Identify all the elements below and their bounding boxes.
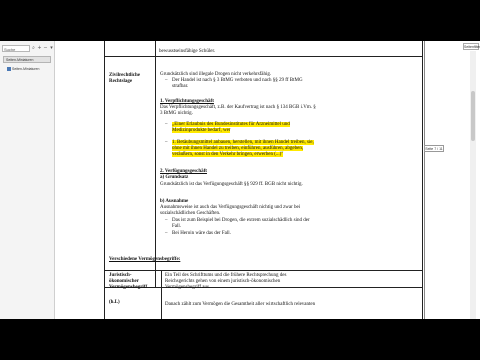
sidebar-item-thumbnails[interactable]: Seiten-Miniaturen bbox=[7, 66, 51, 71]
filter-badge[interactable]: Seitenfilter bbox=[463, 43, 480, 50]
concept-text-line: Ein Teil des Schrifttums und die frühere… bbox=[165, 273, 287, 278]
para-line: Das Verpflichtungsgeschäft, z.B. der Kau… bbox=[160, 105, 316, 110]
exception-bullet-line: Bei Heroin wäre das der Fall. bbox=[172, 231, 231, 236]
exception-bullet-line: Das ist zum Beispiel bei Drogen, die ext… bbox=[172, 218, 310, 223]
highlighted-quote-line: ohne mit ihnen Handel zu treiben, einfüh… bbox=[172, 146, 304, 152]
intro-bullet-line: strafbar. bbox=[172, 84, 189, 89]
heading-verpflichtungsgeschaeft: 1. Verpflichtungsgeschäft bbox=[160, 99, 214, 104]
exception-bullet-line: Fall. bbox=[172, 224, 182, 229]
section-heading-vermoegensbegriffe: Verschiedene Vermögensbegriffe: bbox=[109, 257, 181, 262]
pdf-viewer-window: Suche ⌕ + − ▾ Seiten-Miniaturen Seiten-M… bbox=[0, 41, 480, 319]
table-cell-left bbox=[104, 56, 156, 288]
bullet-dash: – bbox=[165, 122, 168, 127]
highlighted-quote-line: Medizinprodukte bedarf, wer bbox=[172, 128, 231, 134]
sidebar-search-input[interactable]: Suche bbox=[2, 45, 30, 52]
para-line: Ausnahmsweise ist auch das Verfügungsges… bbox=[160, 205, 301, 210]
letterbox-bottom bbox=[0, 319, 480, 360]
para-line: sozialschädlichen Geschäften. bbox=[160, 211, 221, 216]
sidebar-toolbar: Suche ⌕ + − ▾ bbox=[2, 44, 54, 53]
sidebar-tab[interactable]: Seiten-Miniaturen bbox=[3, 56, 51, 63]
bullet-dash: – bbox=[165, 78, 168, 83]
sidebar-item-label: Seiten-Miniaturen bbox=[12, 66, 40, 71]
concept-note: (h.L) bbox=[109, 300, 120, 305]
intro-bullet-line: Der Handel ist nach § 3 BtMG verboten un… bbox=[172, 78, 303, 83]
sub-heading: a) Grundsatz bbox=[160, 175, 189, 180]
concept-text-line: Vermögensbegriff aus. bbox=[165, 285, 211, 290]
expand-icon[interactable]: + bbox=[37, 45, 42, 52]
concept-title-line: Vermögensbegriff bbox=[109, 285, 148, 290]
concept-title-line: ökonomischer bbox=[109, 279, 139, 284]
bullet-dash: – bbox=[165, 140, 168, 145]
highlighted-quote-line: 1. Betäubungsmittel anbauen, herstellen,… bbox=[172, 140, 314, 146]
vertical-scrollbar[interactable] bbox=[470, 51, 476, 319]
section-title-line: Zivilrechtliche bbox=[109, 73, 141, 78]
concept-title-line: Juristisch- bbox=[109, 273, 132, 278]
intro-text: Grundsätzlich sind illegale Drogen nicht… bbox=[160, 72, 272, 77]
table-cell bbox=[104, 41, 156, 57]
bookmark-icon bbox=[7, 66, 11, 71]
top-line: bewusstseinsfähige Schüler. bbox=[159, 49, 216, 54]
concept-text-line: Danach zählt zum Vermögen die Gesamtheit… bbox=[165, 302, 316, 307]
scrollbar-thumb[interactable] bbox=[471, 91, 475, 141]
collapse-icon[interactable]: − bbox=[43, 45, 48, 52]
highlighted-quote-line: veräußern, sonst in den Verkehr bringen,… bbox=[172, 152, 284, 158]
document-page: bewusstseinsfähige Schüler. Zivilrechtli… bbox=[104, 41, 425, 319]
para-line: Grundsätzlich ist das Verfügungsgeschäft… bbox=[160, 182, 303, 187]
bullet-dash: – bbox=[165, 231, 168, 236]
search-icon[interactable]: ⌕ bbox=[31, 45, 36, 52]
concept-text-line: Reichsgerichts gehen von einem juristisc… bbox=[165, 279, 281, 284]
bullet-dash: – bbox=[165, 218, 168, 223]
document-scroll-area[interactable]: bewusstseinsfähige Schüler. Zivilrechtli… bbox=[55, 41, 480, 319]
section-title-line: Rechtslage bbox=[109, 79, 133, 84]
heading-verfuegungsgeschaeft: 2. Verfügungsgeschäft bbox=[160, 169, 207, 174]
highlighted-quote-line: „Einer Erlaubnis des Bundesinstitutes fü… bbox=[172, 122, 290, 128]
para-line: 3 BtMG nichtig. bbox=[160, 111, 193, 116]
page-indicator: Seite 7 / 11 bbox=[424, 145, 444, 152]
options-icon[interactable]: ▾ bbox=[49, 45, 54, 52]
thumbnail-sidebar: Suche ⌕ + − ▾ Seiten-Miniaturen Seiten-M… bbox=[0, 41, 55, 319]
sub-heading: b) Ausnahme bbox=[160, 199, 189, 204]
